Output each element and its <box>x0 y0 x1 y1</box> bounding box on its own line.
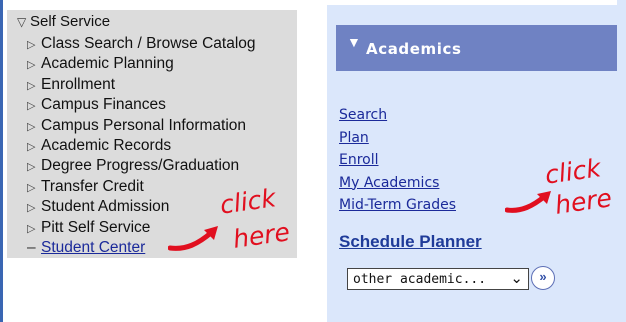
triangle-down-icon: ▼ <box>347 34 361 50</box>
chevron-down-icon: ⌄ <box>510 270 523 287</box>
triangle-right-icon: ▷ <box>27 59 36 72</box>
schedule-planner-link[interactable]: Schedule Planner <box>339 232 482 252</box>
link-mid-term-grades[interactable]: Mid-Term Grades <box>339 197 456 213</box>
go-button[interactable]: » <box>531 266 555 290</box>
triangle-right-icon: ▷ <box>27 140 36 153</box>
triangle-right-icon: ▷ <box>27 79 36 92</box>
nav-item[interactable]: ▷ Degree Progress/Graduation <box>27 156 256 176</box>
academics-links: Search Plan Enroll My Academics Mid-Term… <box>339 104 456 217</box>
nav-item[interactable]: ▷ Academic Planning <box>27 54 256 74</box>
arrow-right-icon <box>505 191 551 213</box>
link-enroll[interactable]: Enroll <box>339 152 379 168</box>
self-service-nav: ▽ Self Service ▷ Class Search / Browse Cat… <box>7 10 297 258</box>
link-my-academics[interactable]: My Academics <box>339 175 439 191</box>
link-search[interactable]: Search <box>339 107 387 123</box>
nav-item-student-center: – Student Center <box>27 238 256 258</box>
select-value: other academic... <box>353 272 487 287</box>
student-center-link[interactable]: Student Center <box>41 239 145 256</box>
nav-item[interactable]: ▷ Pitt Self Service <box>27 218 256 238</box>
triangle-right-icon: ▷ <box>27 181 36 194</box>
nav-root-label: Self Service <box>30 13 111 30</box>
academics-title: Academics <box>366 40 462 58</box>
nav-item[interactable]: ▷ Academic Records <box>27 136 256 156</box>
triangle-right-icon: ▷ <box>27 202 36 215</box>
arrow-left-icon <box>168 226 218 251</box>
triangle-right-icon: ▷ <box>27 222 36 235</box>
nav-list: ▷ Class Search / Browse Catalog ▷ Academic… <box>27 34 256 258</box>
academic-select[interactable]: other academic... ⌄ <box>347 268 529 290</box>
nav-item[interactable]: ▷ Class Search / Browse Catalog <box>27 34 256 54</box>
academics-header[interactable]: ▼ Academics <box>336 25 617 71</box>
triangle-right-icon: ▷ <box>27 100 36 113</box>
right-border <box>617 0 626 322</box>
nav-item[interactable]: ▷ Enrollment <box>27 75 256 95</box>
triangle-right-icon: ▷ <box>27 39 36 51</box>
nav-item[interactable]: ▷ Campus Finances <box>27 95 256 115</box>
link-plan[interactable]: Plan <box>339 130 369 146</box>
dash-icon: – <box>27 238 36 256</box>
triangle-right-icon: ▷ <box>27 120 36 133</box>
left-border <box>0 0 3 322</box>
nav-root-self-service[interactable]: ▽ Self Service <box>17 13 110 31</box>
triangle-right-icon: ▷ <box>27 161 36 174</box>
nav-item[interactable]: ▷ Campus Personal Information <box>27 116 256 136</box>
triangle-down-icon: ▽ <box>17 15 27 29</box>
